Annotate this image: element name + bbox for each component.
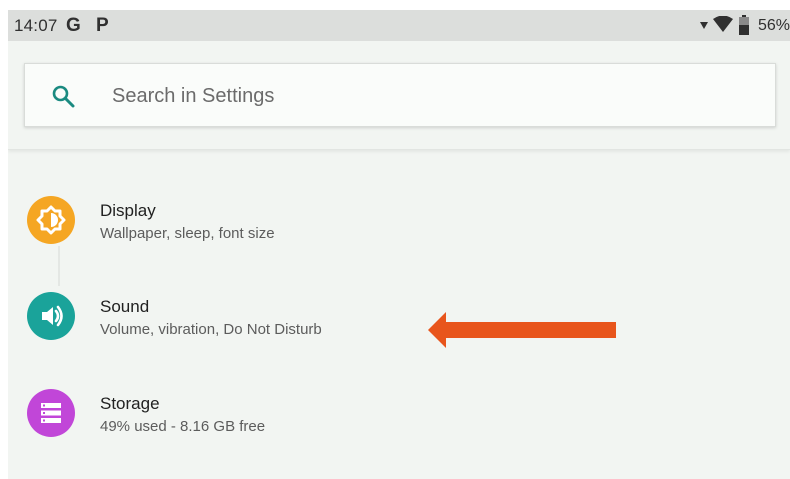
- storage-title: Storage: [100, 394, 160, 413]
- display-title: Display: [100, 201, 156, 220]
- search-area: Search in Settings: [8, 41, 790, 150]
- google-notification-icon: G: [66, 15, 81, 36]
- status-time: 14:07: [14, 16, 58, 35]
- display-subtitle: Wallpaper, sleep, font size: [100, 225, 275, 242]
- setting-storage[interactable]: Storage 49% used - 8.16 GB free: [8, 365, 790, 461]
- setting-sound[interactable]: Sound Volume, vibration, Do Not Disturb: [8, 268, 790, 364]
- arrow-left-annotation: [428, 312, 616, 348]
- battery-percent: 56%: [757, 17, 790, 34]
- storage-icon: [27, 389, 75, 437]
- wifi-icon: [713, 16, 733, 32]
- status-bar: 14:07 G P 56%: [8, 10, 790, 41]
- search-icon[interactable]: [51, 84, 75, 108]
- signal-icon: [700, 22, 708, 29]
- storage-subtitle: 49% used - 8.16 GB free: [100, 418, 266, 435]
- sound-title: Sound: [100, 297, 150, 316]
- search-bar[interactable]: Search in Settings: [24, 63, 776, 127]
- battery-icon: [739, 15, 749, 35]
- settings-screen: 14:07 G P 56% Search in Settings Display…: [8, 10, 790, 479]
- search-placeholder[interactable]: Search in Settings: [112, 85, 274, 108]
- pocket-notification-icon: P: [96, 15, 109, 36]
- display-brightness-icon: [27, 196, 75, 244]
- volume-icon: [27, 292, 75, 340]
- sound-subtitle: Volume, vibration, Do Not Disturb: [100, 321, 322, 338]
- setting-display[interactable]: Display Wallpaper, sleep, font size: [8, 172, 790, 268]
